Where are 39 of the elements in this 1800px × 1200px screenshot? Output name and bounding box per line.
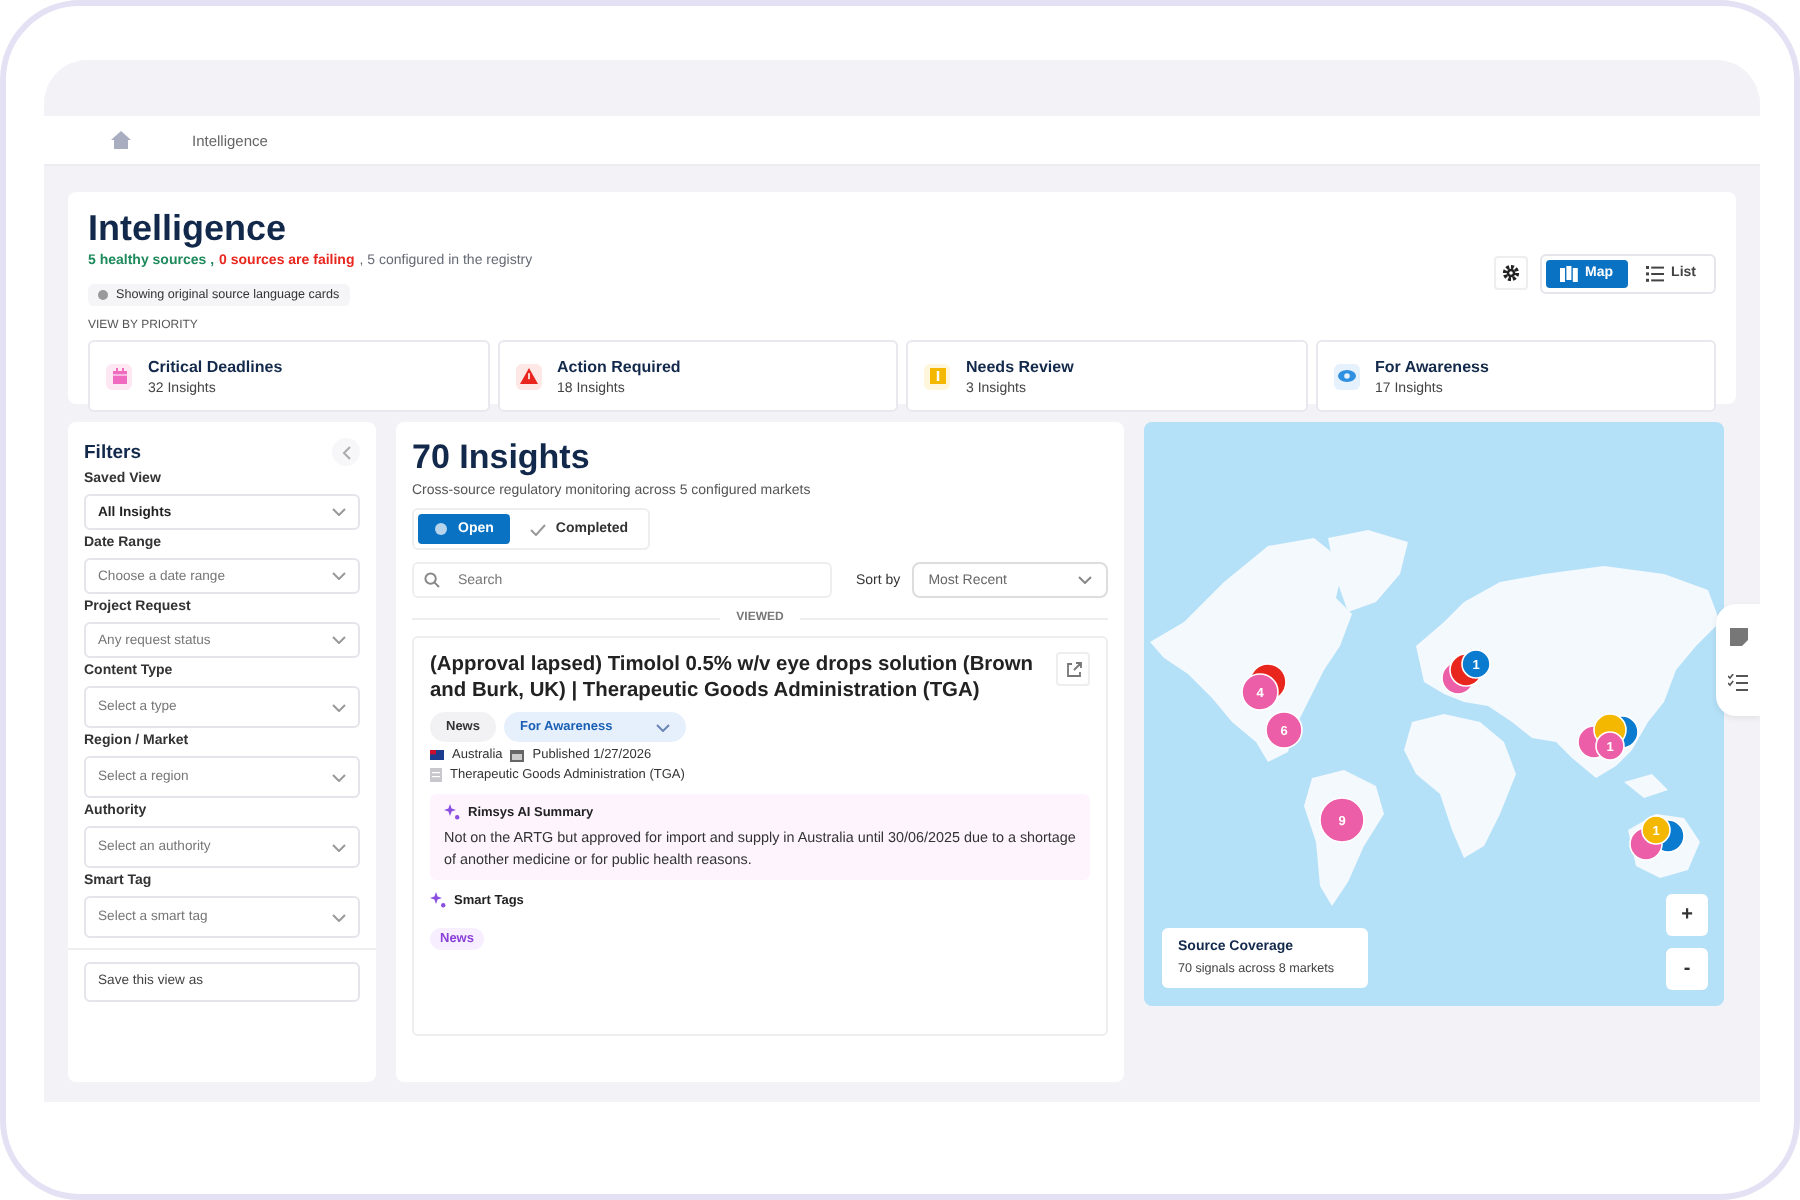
page-title: Intelligence: [88, 208, 289, 250]
island-shape: [1328, 530, 1408, 612]
chevron-down-icon: [1078, 576, 1092, 584]
chevron-left-icon: [341, 445, 351, 459]
insight-card[interactable]: [412, 636, 1108, 1036]
sparkle-icon: [430, 892, 446, 908]
chevron-down-icon: [332, 703, 346, 711]
sparkle-icon: [444, 804, 460, 820]
chevron-down-icon: [656, 723, 671, 731]
calendar-icon: [111, 368, 127, 384]
search-icon: [424, 572, 440, 588]
island-shape: [1624, 774, 1668, 798]
map-icon: [1559, 265, 1578, 281]
results-title: 70 Insights: [412, 438, 592, 478]
warning-icon: [519, 368, 537, 384]
chevron-down-icon: [332, 843, 346, 851]
note-icon[interactable]: [1729, 628, 1747, 646]
chevron-down-icon: [332, 508, 346, 516]
eye-icon: [1337, 370, 1355, 382]
zoom-button[interactable]: -: [1666, 948, 1708, 990]
gear-icon: [1501, 264, 1520, 282]
list-icon: [1645, 265, 1664, 281]
insight-title: (Approval lapsed) Timolol 0.5% w/v eye drops solution (Brown and Burk, UK) | Therapeutic Goods Administration (TGA): [430, 652, 1036, 704]
chevron-down-icon: [332, 572, 346, 580]
external-link-icon: [1065, 661, 1081, 677]
flag-icon: [430, 750, 444, 760]
chevron-down-icon: [332, 636, 346, 644]
external-link-button[interactable]: [1056, 652, 1090, 686]
alert-icon: [929, 368, 945, 384]
circle-icon: [434, 522, 448, 536]
zoom-button[interactable]: +: [1666, 894, 1708, 936]
document-icon: [430, 768, 442, 782]
chevron-down-icon: [332, 773, 346, 781]
checklist-icon[interactable]: [1728, 674, 1748, 692]
chevron-down-icon: [332, 913, 346, 921]
check-icon: [529, 523, 546, 535]
calendar-icon: [510, 748, 525, 762]
settings-button[interactable]: [1493, 256, 1528, 290]
panel-title: Filters: [84, 441, 142, 463]
